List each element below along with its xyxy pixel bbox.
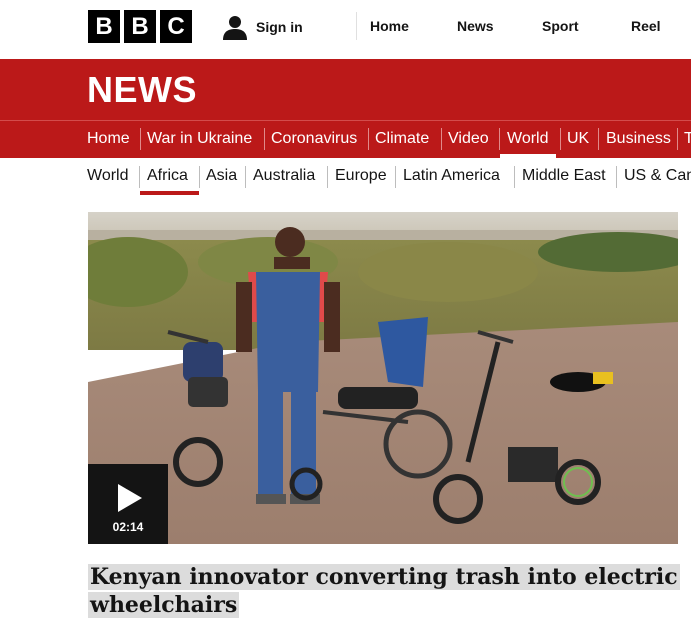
subnav-separator — [395, 166, 396, 188]
subnav-europe[interactable]: Europe — [335, 167, 387, 185]
nav-separator — [441, 128, 442, 150]
logo-letter: B — [124, 10, 156, 43]
subnav-separator — [327, 166, 328, 188]
nav-war-in-ukraine[interactable]: War in Ukraine — [147, 130, 252, 148]
topnav-reel[interactable]: Reel — [631, 18, 661, 34]
nav-separator — [598, 128, 599, 150]
play-button[interactable]: 02:14 — [88, 464, 168, 544]
video-thumbnail[interactable]: 02:14 — [88, 212, 678, 544]
subnav-separator — [139, 166, 140, 188]
subnav-world[interactable]: World — [87, 167, 129, 185]
nav-separator — [140, 128, 141, 150]
subnav-separator — [616, 166, 617, 188]
subnav-asia[interactable]: Asia — [206, 167, 237, 185]
top-divider — [356, 12, 357, 40]
news-title[interactable]: NEWS — [87, 69, 197, 111]
nav-video[interactable]: Video — [448, 130, 489, 148]
topnav-sport[interactable]: Sport — [542, 18, 579, 34]
subnav-separator — [245, 166, 246, 188]
nav-separator — [264, 128, 265, 150]
nav-world[interactable]: World — [507, 130, 549, 148]
nav-separator — [560, 128, 561, 150]
play-icon — [118, 484, 142, 512]
sub-nav: World Africa Asia Australia Europe Latin… — [0, 158, 691, 198]
nav-coronavirus[interactable]: Coronavirus — [271, 130, 357, 148]
nav-truncated[interactable]: T — [684, 130, 691, 148]
subnav-active-indicator — [140, 191, 199, 195]
subnav-australia[interactable]: Australia — [253, 167, 315, 185]
nav-separator — [677, 128, 678, 150]
nav-separator — [368, 128, 369, 150]
article-headline[interactable]: Kenyan innovator converting trash into e… — [88, 563, 688, 619]
sign-in-link[interactable]: Sign in — [222, 12, 303, 42]
topnav-news[interactable]: News — [457, 18, 494, 34]
logo-letter: C — [160, 10, 192, 43]
news-banner: NEWS — [0, 59, 691, 120]
nav-climate[interactable]: Climate — [375, 130, 429, 148]
nav-home[interactable]: Home — [87, 130, 130, 148]
main-nav: Home War in Ukraine Coronavirus Climate … — [0, 120, 691, 158]
sign-in-label: Sign in — [256, 19, 303, 35]
logo-letter: B — [88, 10, 120, 43]
nav-business[interactable]: Business — [606, 130, 671, 148]
user-icon — [223, 16, 247, 40]
bbc-logo[interactable]: B B C — [88, 10, 192, 43]
video-duration: 02:14 — [112, 520, 144, 534]
subnav-separator — [199, 166, 200, 188]
topnav-home[interactable]: Home — [370, 18, 409, 34]
subnav-us-canada[interactable]: US & Can — [624, 167, 691, 185]
nav-separator — [499, 128, 500, 150]
top-bar: B B C Sign in Home News Sport Reel — [0, 0, 691, 58]
wheelchairs-photo — [88, 212, 678, 544]
subnav-latin-america[interactable]: Latin America — [403, 167, 500, 185]
subnav-separator — [514, 166, 515, 188]
nav-uk[interactable]: UK — [567, 130, 589, 148]
subnav-africa[interactable]: Africa — [147, 167, 188, 185]
headline-text: Kenyan innovator converting trash into e… — [88, 564, 680, 618]
subnav-middle-east[interactable]: Middle East — [522, 167, 606, 185]
